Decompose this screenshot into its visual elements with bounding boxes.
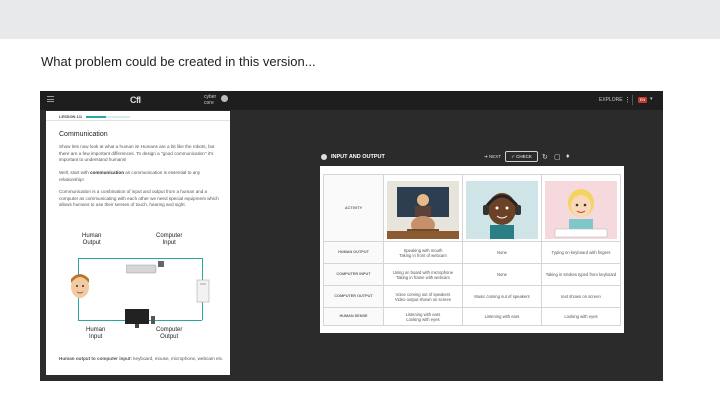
check-label: CHECK (516, 154, 532, 159)
more-icon[interactable]: ⋮ (624, 96, 631, 104)
activity-image-cell (383, 173, 463, 243)
answer-cell[interactable]: Typing on keyboard with fingers (541, 241, 621, 265)
table-row: HUMAN SENSE Listening with ears Looking … (323, 307, 621, 327)
lesson-progress-bar (86, 116, 130, 118)
headphones-person-image (466, 181, 538, 240)
answer-cell[interactable]: Listening with ears Looking with eyes (383, 307, 463, 327)
copy-icon[interactable]: ▢ (554, 153, 561, 161)
p2-pre: Well, start with (59, 170, 91, 175)
activity-header: INPUT AND OUTPUT ➔ NEXT ✓ CHECK ↻ ▢ ♦ (320, 150, 624, 166)
foot-bold: Human output to computer input: (59, 356, 132, 361)
lesson-heading: Communication (59, 131, 108, 138)
activity-image-cell (541, 173, 621, 243)
chevron-down-icon[interactable]: ▾ (650, 96, 653, 102)
next-label: NEXT (489, 154, 502, 159)
answer-cell[interactable]: Taking in strokes typed from keyboard (541, 263, 621, 287)
answer-cell[interactable]: Listening with ears (462, 307, 542, 327)
answer-cell[interactable]: None (462, 241, 542, 265)
answer-cell[interactable]: Using on board with microphone Taking in… (383, 263, 463, 287)
unit-line-2: core (204, 100, 214, 106)
activity-panel: INPUT AND OUTPUT ➔ NEXT ✓ CHECK ↻ ▢ ♦ AC… (320, 150, 624, 333)
foot-rest: keyboard, mouse, microphone, webcam etc. (131, 356, 224, 361)
table-row: COMPUTER OUTPUT Voice coming out of spea… (323, 285, 621, 309)
lesson-paragraph-1: Show lets now look at what a human is! H… (59, 144, 215, 162)
app-window: CfI cyber core EXPLORE ⋮ EN ▾ LESSON 1/1… (40, 91, 663, 381)
computer-tower-icon (196, 279, 210, 303)
unit-icon (221, 95, 228, 102)
slide-title: What problem could be created in this ve… (41, 54, 316, 69)
answer-cell[interactable]: text shown on screen (541, 285, 621, 309)
row-header: ACTIVITY (323, 173, 384, 243)
app-header: CfI cyber core EXPLORE ⋮ EN ▾ (40, 91, 663, 110)
logo: CfI (130, 95, 141, 105)
header-divider (632, 95, 633, 105)
computer-input-label: Computer Input (156, 233, 183, 246)
p2-bold: communication (90, 170, 125, 175)
typing-person-image (545, 181, 617, 240)
video-call-image (387, 181, 459, 240)
explore-link[interactable]: EXPLORE (599, 97, 623, 103)
human-face-icon (71, 274, 89, 298)
table-row: ACTIVITY (323, 173, 621, 243)
computer-output-label: Computer Output (156, 327, 183, 340)
next-button[interactable]: ➔ NEXT (484, 154, 501, 160)
cycle-arrow-top (78, 258, 202, 259)
monitor-icon (125, 309, 155, 328)
menu-icon[interactable] (47, 96, 54, 102)
check-button[interactable]: ✓ CHECK (505, 151, 538, 162)
keyboard-icon (126, 261, 164, 274)
answer-cell[interactable]: Looking with eyes (541, 307, 621, 327)
lesson-footnote: Human output to computer input: keyboard… (59, 356, 224, 363)
answer-cell[interactable]: Voice coming out of speakers Video outpu… (383, 285, 463, 309)
row-header: COMPUTER OUTPUT (323, 285, 384, 309)
activity-table: ACTIVITY HUMAN OUTPUT Speaking with mout… (323, 173, 621, 327)
answer-cell[interactable]: Music coming out of speakers (462, 285, 542, 309)
row-header: COMPUTER INPUT (323, 263, 384, 287)
lesson-paragraph-3: Communication is a combination of input … (59, 189, 219, 207)
lesson-tab[interactable]: LESSON 1/1 (59, 114, 82, 119)
table-row: COMPUTER INPUT Using on board with micro… (323, 263, 621, 287)
activity-status-icon (321, 154, 327, 160)
lesson-panel: LESSON 1/1 Communication Show lets now l… (46, 111, 230, 375)
row-header: HUMAN SENSE (323, 307, 384, 327)
human-input-label: Human Input (86, 327, 106, 340)
lesson-paragraph-2: Well, start with communication as commun… (59, 170, 219, 183)
reset-icon[interactable]: ↻ (542, 153, 548, 161)
browser-top-bar (0, 0, 720, 39)
language-badge[interactable]: EN (638, 97, 647, 103)
hint-icon[interactable]: ♦ (566, 153, 570, 160)
lesson-progress-fill (86, 116, 106, 118)
unit-chip[interactable]: cyber core (204, 94, 216, 106)
answer-cell[interactable]: Speaking with mouth Taking in front of w… (383, 241, 463, 265)
activity-image-cell (462, 173, 542, 243)
lesson-toolbar: LESSON 1/1 (46, 111, 230, 121)
table-row: HUMAN OUTPUT Speaking with mouth Taking … (323, 241, 621, 265)
answer-cell[interactable]: None (462, 263, 542, 287)
human-output-label: Human Output (82, 233, 102, 246)
row-header: HUMAN OUTPUT (323, 241, 384, 265)
activity-title: INPUT AND OUTPUT (331, 154, 385, 160)
